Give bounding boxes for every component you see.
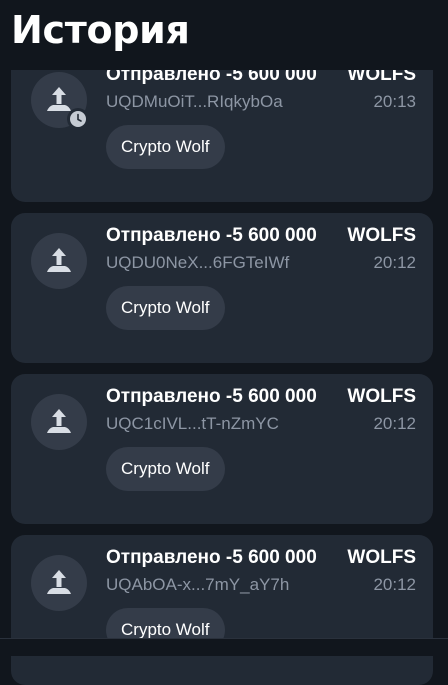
transaction-token: WOLFS (347, 225, 416, 246)
page-header: История (0, 0, 448, 70)
transaction-title: Отправлено -5 600 000 WOLFS (106, 544, 416, 572)
transaction-icon-wrap (31, 394, 87, 450)
transaction-amount: Отправлено -5 600 000 (106, 547, 317, 568)
transaction-title: Отправлено -5 600 000 WOLFS (106, 222, 416, 250)
transaction-address: UQAbOA-x...7mY_aY7h (106, 575, 290, 594)
transaction-tag[interactable]: Crypto Wolf (106, 125, 225, 169)
page-title: История (11, 8, 190, 52)
transaction-token: WOLFS (347, 386, 416, 407)
transaction-tag[interactable]: Crypto Wolf (106, 447, 225, 491)
clock-icon (70, 111, 86, 127)
transaction-amount: Отправлено -5 600 000 (106, 386, 317, 407)
transaction-card[interactable]: Отправлено -5 600 000 WOLFS UQAbOA-x...7… (11, 535, 433, 685)
transaction-title: Отправлено -5 600 000 WOLFS (106, 383, 416, 411)
transaction-time: 20:12 (373, 414, 416, 433)
transaction-token: WOLFS (347, 547, 416, 568)
transaction-meta: UQDU0NeX...6FGTeIWf 20:12 (106, 251, 416, 275)
transaction-time: 20:13 (373, 92, 416, 111)
transaction-icon-wrap (31, 233, 87, 289)
transaction-meta: UQC1cIVL...tT-nZmYC 20:12 (106, 412, 416, 436)
transaction-card[interactable]: Отправлено -5 600 000 WOLFS UQDMuOiT...R… (11, 52, 433, 202)
transaction-list[interactable]: Отправлено -5 600 000 WOLFS UQDMuOiT...R… (0, 0, 448, 685)
transaction-icon-wrap (31, 72, 89, 130)
bottom-bar (0, 638, 448, 656)
transaction-icon-circle (31, 394, 87, 450)
upload-arrow-icon (47, 570, 71, 594)
transaction-icon-wrap (31, 555, 87, 611)
pending-badge (67, 108, 89, 130)
upload-arrow-icon (47, 248, 71, 272)
transaction-tag[interactable]: Crypto Wolf (106, 286, 225, 330)
transaction-meta: UQDMuOiT...RIqkybOa 20:13 (106, 90, 416, 114)
upload-arrow-icon (47, 409, 71, 433)
transaction-icon-circle (31, 555, 87, 611)
transaction-card[interactable]: Отправлено -5 600 000 WOLFS UQC1cIVL...t… (11, 374, 433, 524)
transaction-address: UQC1cIVL...tT-nZmYC (106, 414, 279, 433)
transaction-time: 20:12 (373, 253, 416, 272)
transaction-card[interactable]: Отправлено -5 600 000 WOLFS UQDU0NeX...6… (11, 213, 433, 363)
transaction-address: UQDMuOiT...RIqkybOa (106, 92, 283, 111)
transaction-address: UQDU0NeX...6FGTeIWf (106, 253, 290, 272)
transaction-meta: UQAbOA-x...7mY_aY7h 20:12 (106, 573, 416, 597)
transaction-time: 20:12 (373, 575, 416, 594)
transaction-icon-circle (31, 233, 87, 289)
transaction-amount: Отправлено -5 600 000 (106, 225, 317, 246)
